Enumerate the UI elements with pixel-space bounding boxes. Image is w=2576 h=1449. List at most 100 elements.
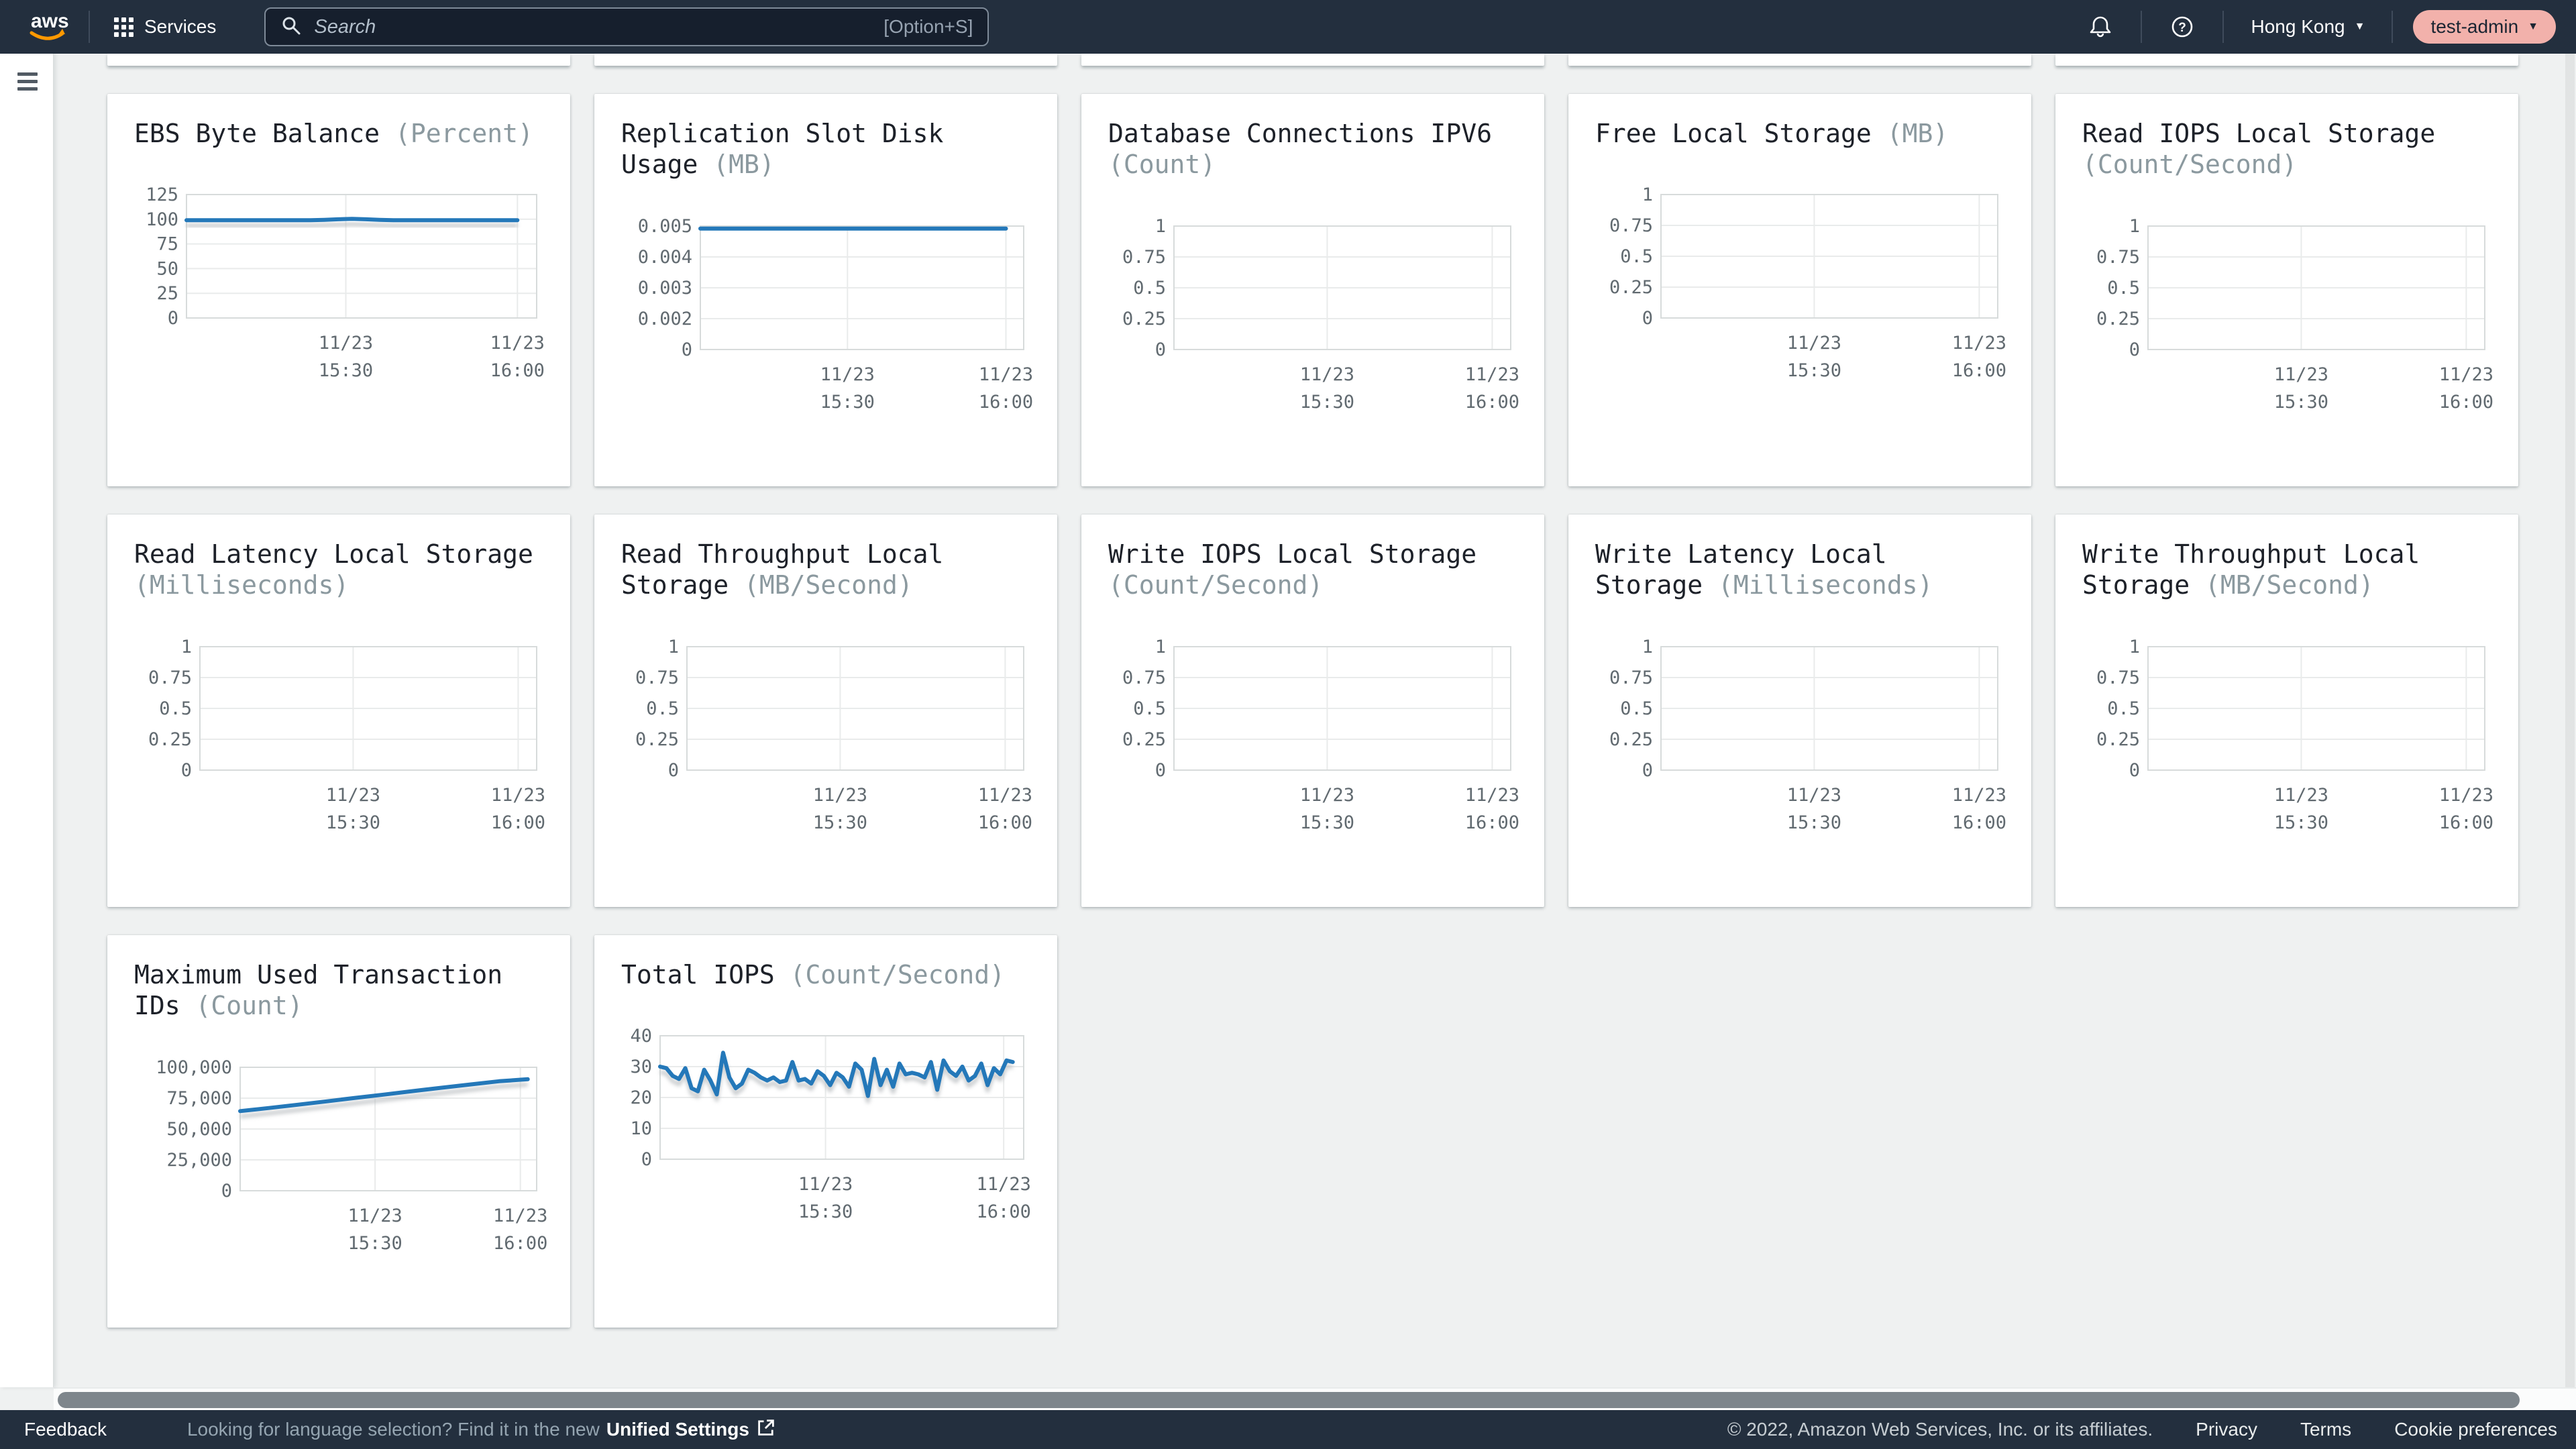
svg-text:0.75: 0.75 (2096, 247, 2140, 268)
x-axis-label: 11/23 (326, 785, 380, 806)
x-axis-label: 11/23 (1787, 333, 1841, 354)
svg-text:0.75: 0.75 (1609, 215, 1653, 236)
chart-unit: (MB) (713, 150, 775, 179)
chart-plot[interactable]: 10.750.50.25011/2315:3011/2316:00 (2082, 215, 2512, 414)
unified-settings-link[interactable]: Unified Settings (606, 1419, 749, 1440)
region-label: Hong Kong (2251, 16, 2345, 38)
x-axis-label: 16:00 (493, 1233, 547, 1254)
help-icon[interactable]: ? (2162, 7, 2202, 47)
terms-link[interactable]: Terms (2300, 1419, 2351, 1440)
svg-text:0.005: 0.005 (638, 216, 692, 237)
x-axis-label: 11/23 (490, 333, 545, 354)
chart-unit: (Percent) (395, 119, 533, 148)
aws-logo[interactable]: aws (27, 9, 68, 46)
vertical-scrollbar[interactable] (2565, 54, 2575, 1387)
chart-title: Replication Slot Disk Usage (621, 119, 943, 179)
clipped-card (1081, 54, 1544, 66)
notifications-bell-icon[interactable] (2080, 7, 2121, 47)
svg-text:1: 1 (181, 637, 192, 657)
svg-text:0.5: 0.5 (159, 698, 192, 719)
svg-text:0.5: 0.5 (2107, 698, 2140, 719)
x-axis-label: 16:00 (978, 812, 1032, 833)
svg-text:20: 20 (630, 1087, 652, 1108)
chart-title-row: Maximum Used Transaction IDs (Count) (134, 959, 543, 1022)
x-axis-label: 16:00 (2439, 392, 2493, 413)
svg-text:75,000: 75,000 (166, 1088, 232, 1109)
metric-line (186, 219, 517, 221)
chart-unit: (Count) (1108, 150, 1216, 179)
x-axis-label: 11/23 (813, 785, 867, 806)
x-axis-label: 15:30 (2274, 392, 2328, 413)
svg-text:0.25: 0.25 (1609, 729, 1653, 750)
services-menu-button[interactable]: Services (110, 16, 220, 38)
metric-line-shadow (186, 225, 517, 226)
x-axis-label: 15:30 (347, 1233, 402, 1254)
x-axis-label: 15:30 (798, 1201, 853, 1222)
header-divider (2222, 11, 2224, 43)
svg-text:50,000: 50,000 (166, 1119, 232, 1140)
svg-text:25,000: 25,000 (166, 1150, 232, 1171)
chart-plot[interactable]: 10.750.50.25011/2315:3011/2316:00 (2082, 636, 2512, 835)
x-axis-label: 11/23 (2274, 785, 2328, 806)
hamburger-menu-icon[interactable] (16, 71, 39, 96)
chart-plot[interactable]: 10.750.50.25011/2315:3011/2316:00 (1108, 636, 1538, 835)
x-axis-label: 15:30 (2274, 812, 2328, 833)
account-menu[interactable]: test-admin ▼ (2413, 10, 2556, 44)
x-axis-label: 15:30 (1300, 812, 1354, 833)
chart-plot[interactable]: 100,00075,00050,00025,000011/2315:3011/2… (134, 1057, 564, 1255)
horizontal-scrollbar-thumb[interactable] (58, 1392, 2520, 1408)
search-input[interactable] (313, 15, 873, 39)
side-navigation-collapsed (0, 54, 54, 1387)
chevron-down-icon: ▼ (2528, 21, 2538, 33)
chart-plot[interactable]: 125100755025011/2315:3011/2316:00 (134, 184, 564, 382)
chart-plot[interactable]: 10.750.50.25011/2315:3011/2316:00 (1595, 184, 2025, 382)
x-axis-label: 16:00 (1465, 392, 1519, 413)
x-axis-label: 11/23 (2439, 364, 2493, 385)
chart-unit: (Count/Second) (2082, 150, 2297, 179)
chart-unit: (MB/Second) (2205, 570, 2374, 600)
x-axis-label: 11/23 (491, 785, 545, 806)
svg-text:0: 0 (168, 308, 178, 329)
chart-title: Read Latency Local Storage (134, 539, 533, 569)
metric-card: Read Throughput Local Storage (MB/Second… (594, 515, 1057, 907)
svg-text:0.004: 0.004 (638, 247, 692, 268)
chart-unit: (Count) (196, 991, 303, 1020)
svg-text:1: 1 (2129, 637, 2140, 657)
x-axis-label: 16:00 (490, 360, 545, 381)
chart-plot[interactable]: 10.750.50.25011/2315:3011/2316:00 (621, 636, 1051, 835)
chart-title-row: Total IOPS (Count/Second) (621, 959, 1030, 990)
x-axis-label: 11/23 (2274, 364, 2328, 385)
global-search[interactable]: [Option+S] (264, 7, 989, 46)
x-axis-label: 16:00 (977, 1201, 1031, 1222)
x-axis-label: 15:30 (820, 392, 875, 413)
metric-line-shadow (240, 1085, 528, 1117)
feedback-button[interactable]: Feedback (24, 1419, 107, 1440)
region-selector[interactable]: Hong Kong ▼ (2244, 16, 2371, 38)
x-axis-label: 16:00 (979, 392, 1033, 413)
x-axis-label: 16:00 (1952, 360, 2006, 381)
cookie-preferences-link[interactable]: Cookie preferences (2394, 1419, 2557, 1440)
svg-text:125: 125 (146, 184, 178, 205)
x-axis-label: 11/23 (2439, 785, 2493, 806)
chart-title: Write IOPS Local Storage (1108, 539, 1477, 569)
chevron-down-icon: ▼ (2355, 21, 2365, 33)
chart-plot[interactable]: 10.750.50.25011/2315:3011/2316:00 (134, 636, 564, 835)
chart-plot[interactable]: 10.750.50.25011/2315:3011/2316:00 (1108, 215, 1538, 414)
metric-card: Read Latency Local Storage (Milliseconds… (107, 515, 570, 907)
svg-text:?: ? (2179, 21, 2187, 35)
x-axis-label: 15:30 (813, 812, 867, 833)
chart-plot[interactable]: 10.750.50.25011/2315:3011/2316:00 (1595, 636, 2025, 835)
horizontal-scrollbar-track[interactable] (54, 1387, 2576, 1410)
metric-card: Write IOPS Local Storage (Count/Second)1… (1081, 515, 1544, 907)
clipped-cards-row (107, 54, 2518, 66)
metric-card: Write Throughput Local Storage (MB/Secon… (2055, 515, 2518, 907)
chart-title-row: Read IOPS Local Storage (Count/Second) (2082, 118, 2491, 180)
chart-plot[interactable]: 0.0050.0040.0030.002011/2315:3011/2316:0… (621, 215, 1051, 414)
x-axis-label: 15:30 (319, 360, 373, 381)
chart-plot[interactable]: 40302010011/2315:3011/2316:00 (621, 1025, 1051, 1224)
privacy-link[interactable]: Privacy (2196, 1419, 2257, 1440)
svg-text:aws: aws (31, 10, 68, 32)
x-axis-label: 16:00 (2439, 812, 2493, 833)
chart-unit: (MB/Second) (744, 570, 913, 600)
x-axis-label: 11/23 (820, 364, 875, 385)
